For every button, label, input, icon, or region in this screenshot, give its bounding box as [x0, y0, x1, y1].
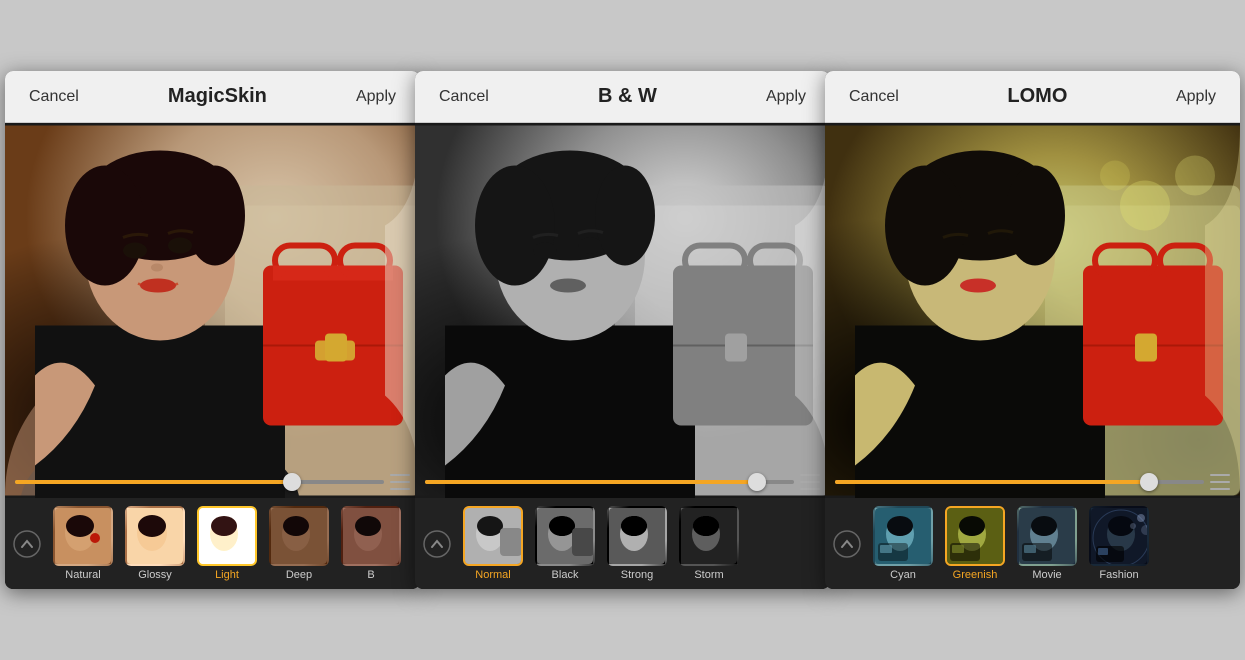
- filter-item-greenish[interactable]: Greenish: [941, 506, 1009, 581]
- slider-menu-icon-lomo[interactable]: [1210, 474, 1230, 490]
- panel-bw: Cancel B & W Apply: [415, 71, 830, 589]
- panel-title-magicskin: MagicSkin: [87, 85, 348, 108]
- cancel-button-bw[interactable]: Cancel: [431, 84, 497, 110]
- filter-item-b[interactable]: B: [337, 506, 405, 581]
- apply-button-magicskin[interactable]: Apply: [348, 84, 404, 110]
- arrow-up-button-magicskin[interactable]: [5, 522, 49, 566]
- slider-bw[interactable]: [425, 474, 820, 490]
- panel-header-magicskin: Cancel MagicSkin Apply: [5, 71, 420, 123]
- filter-item-normal-bw[interactable]: Normal: [459, 506, 527, 581]
- filter-strip-lomo: Cyan Greenish: [825, 498, 1240, 589]
- cancel-button-magicskin[interactable]: Cancel: [21, 84, 87, 110]
- apply-button-lomo[interactable]: Apply: [1168, 84, 1224, 110]
- arrow-up-button-bw[interactable]: [415, 522, 459, 566]
- panel-lomo: Cancel LOMO Apply: [825, 71, 1240, 589]
- slider-menu-icon-bw[interactable]: [800, 474, 820, 490]
- filter-label-natural: Natural: [65, 569, 100, 581]
- filter-label-glossy: Glossy: [138, 569, 172, 581]
- filter-item-natural[interactable]: Natural: [49, 506, 117, 581]
- filter-item-cyan[interactable]: Cyan: [869, 506, 937, 581]
- filter-thumb-glossy: [125, 506, 185, 566]
- filter-label-light: Light: [215, 569, 239, 581]
- filter-label-greenish: Greenish: [953, 569, 998, 581]
- slider-fill-lomo: [835, 480, 1149, 484]
- filter-thumb-storm: [679, 506, 739, 566]
- slider-thumb-lomo[interactable]: [1140, 473, 1158, 491]
- image-area-lomo: [825, 123, 1240, 498]
- filter-item-deep[interactable]: Deep: [265, 506, 333, 581]
- apply-button-bw[interactable]: Apply: [758, 84, 814, 110]
- panel-title-bw: B & W: [497, 85, 758, 108]
- filter-strip-bw: Normal Black: [415, 498, 830, 589]
- filter-scroll-magicskin: Natural Glossy: [49, 506, 420, 581]
- slider-lomo[interactable]: [835, 474, 1230, 490]
- filter-item-black[interactable]: Black: [531, 506, 599, 581]
- filter-item-storm[interactable]: Storm: [675, 506, 743, 581]
- filter-item-glossy[interactable]: Glossy: [121, 506, 189, 581]
- filter-item-fashion[interactable]: Fashion: [1085, 506, 1153, 581]
- panel-title-lomo: LOMO: [907, 85, 1168, 108]
- panel-header-lomo: Cancel LOMO Apply: [825, 71, 1240, 123]
- slider-track-lomo: [835, 480, 1204, 484]
- slider-magicskin[interactable]: [15, 474, 410, 490]
- slider-thumb-bw[interactable]: [748, 473, 766, 491]
- filter-thumb-natural: [53, 506, 113, 566]
- filter-label-normal-bw: Normal: [475, 569, 510, 581]
- panel-header-bw: Cancel B & W Apply: [415, 71, 830, 123]
- filter-thumb-deep: [269, 506, 329, 566]
- filter-strip-magicskin: Natural Glossy: [5, 498, 420, 589]
- cancel-button-lomo[interactable]: Cancel: [841, 84, 907, 110]
- filter-thumb-normal-bw: [463, 506, 523, 566]
- image-area-magicskin: [5, 123, 420, 498]
- filter-label-storm: Storm: [694, 569, 723, 581]
- filter-label-b: B: [367, 569, 374, 581]
- filter-thumb-strong: [607, 506, 667, 566]
- filter-scroll-lomo: Cyan Greenish: [869, 506, 1240, 581]
- filter-thumb-black: [535, 506, 595, 566]
- slider-track-bw: [425, 480, 794, 484]
- filter-thumb-light: [197, 506, 257, 566]
- filter-item-strong[interactable]: Strong: [603, 506, 671, 581]
- filter-label-cyan: Cyan: [890, 569, 916, 581]
- filter-thumb-fashion: [1089, 506, 1149, 566]
- filter-thumb-b: [341, 506, 401, 566]
- slider-track-magicskin: [15, 480, 384, 484]
- filter-label-black: Black: [552, 569, 579, 581]
- filter-scroll-bw: Normal Black: [459, 506, 830, 581]
- slider-thumb-magicskin[interactable]: [283, 473, 301, 491]
- filter-label-fashion: Fashion: [1099, 569, 1138, 581]
- filter-thumb-movie: [1017, 506, 1077, 566]
- slider-fill-bw: [425, 480, 757, 484]
- filter-label-deep: Deep: [286, 569, 312, 581]
- filter-label-movie: Movie: [1032, 569, 1061, 581]
- panels-container: Cancel MagicSkin Apply: [5, 71, 1240, 589]
- filter-label-strong: Strong: [621, 569, 653, 581]
- image-area-bw: [415, 123, 830, 498]
- slider-fill-magicskin: [15, 480, 292, 484]
- filter-item-light[interactable]: Light: [193, 506, 261, 581]
- slider-menu-icon-magicskin[interactable]: [390, 474, 410, 490]
- arrow-up-button-lomo[interactable]: [825, 522, 869, 566]
- filter-item-movie[interactable]: Movie: [1013, 506, 1081, 581]
- filter-thumb-cyan: [873, 506, 933, 566]
- panel-magicskin: Cancel MagicSkin Apply: [5, 71, 420, 589]
- filter-thumb-greenish: [945, 506, 1005, 566]
